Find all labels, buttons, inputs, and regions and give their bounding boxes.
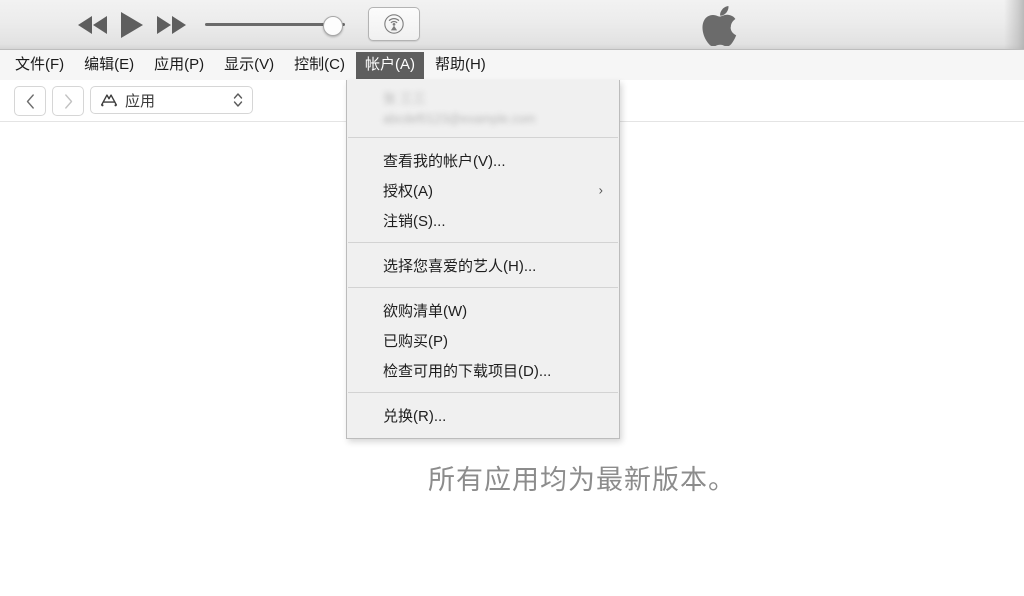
forward-button[interactable] bbox=[52, 86, 84, 116]
apple-logo-icon bbox=[702, 6, 737, 46]
empty-state-message: 所有应用均为最新版本。 bbox=[0, 458, 1024, 497]
fast-forward-icon[interactable] bbox=[157, 16, 186, 34]
menu-bar: 文件(F) 编辑(E) 应用(P) 显示(V) 控制(C) 帐户(A) 帮助(H… bbox=[0, 50, 1024, 80]
account-email-redacted: abcdef0123@example.com bbox=[383, 112, 536, 126]
chevron-up-down-icon bbox=[233, 93, 243, 107]
account-name-redacted: 张 三三 bbox=[383, 90, 426, 106]
menu-separator bbox=[348, 392, 618, 393]
menu-item-help[interactable]: 帮助(H) bbox=[426, 52, 495, 79]
menu-separator bbox=[348, 287, 618, 288]
menu-separator bbox=[348, 242, 618, 243]
menu-item-view[interactable]: 显示(V) bbox=[215, 52, 283, 79]
menu-item-choose-favorite-artists[interactable]: 选择您喜爱的艺人(H)... bbox=[347, 250, 619, 280]
menu-item-sign-out[interactable]: 注销(S)... bbox=[347, 205, 619, 235]
chevron-right-icon bbox=[64, 93, 72, 109]
menu-item-view-my-account[interactable]: 查看我的帐户(V)... bbox=[347, 145, 619, 175]
back-button[interactable] bbox=[14, 86, 46, 116]
menu-item-purchased[interactable]: 已购买(P) bbox=[347, 325, 619, 355]
menu-separator bbox=[348, 137, 618, 138]
app-store-icon bbox=[100, 94, 118, 107]
transport-controls bbox=[78, 8, 186, 42]
volume-slider-knob[interactable] bbox=[323, 16, 343, 36]
volume-slider[interactable] bbox=[205, 14, 345, 36]
account-email-row: abcdef0123@example.com bbox=[347, 108, 619, 130]
rewind-icon[interactable] bbox=[78, 16, 107, 34]
chevron-right-icon: › bbox=[598, 182, 603, 198]
menu-item-redeem[interactable]: 兑换(R)... bbox=[347, 400, 619, 430]
chevron-left-icon bbox=[26, 93, 34, 109]
itunes-window: 文件(F) 编辑(E) 应用(P) 显示(V) 控制(C) 帐户(A) 帮助(H… bbox=[0, 0, 1024, 596]
menu-item-check-available-downloads[interactable]: 检查可用的下载项目(D)... bbox=[347, 355, 619, 385]
account-dropdown-menu[interactable]: 张 三三 abcdef0123@example.com 查看我的帐户(V)...… bbox=[346, 80, 620, 439]
menu-item-apps[interactable]: 应用(P) bbox=[145, 52, 213, 79]
menu-item-authorize[interactable]: 授权(A) › bbox=[347, 175, 619, 205]
account-name-row: 张 三三 bbox=[347, 86, 619, 108]
menu-item-account[interactable]: 帐户(A) bbox=[355, 51, 424, 79]
nav-arrow-group bbox=[14, 86, 84, 116]
empty-state-text: 所有应用均为最新版本。 bbox=[428, 465, 736, 495]
library-selector[interactable]: 应用 bbox=[90, 86, 253, 114]
airplay-icon bbox=[384, 14, 404, 34]
menu-item-authorize-label: 授权(A) bbox=[383, 182, 433, 200]
play-icon[interactable] bbox=[121, 12, 143, 38]
menu-item-edit[interactable]: 编辑(E) bbox=[75, 52, 143, 79]
menu-item-wish-list[interactable]: 欲购清单(W) bbox=[347, 295, 619, 325]
library-selector-label: 应用 bbox=[125, 92, 156, 110]
menu-item-controls[interactable]: 控制(C) bbox=[285, 52, 354, 79]
player-toolbar bbox=[0, 0, 1024, 50]
menu-item-file[interactable]: 文件(F) bbox=[6, 52, 73, 79]
airplay-button[interactable] bbox=[368, 7, 420, 41]
